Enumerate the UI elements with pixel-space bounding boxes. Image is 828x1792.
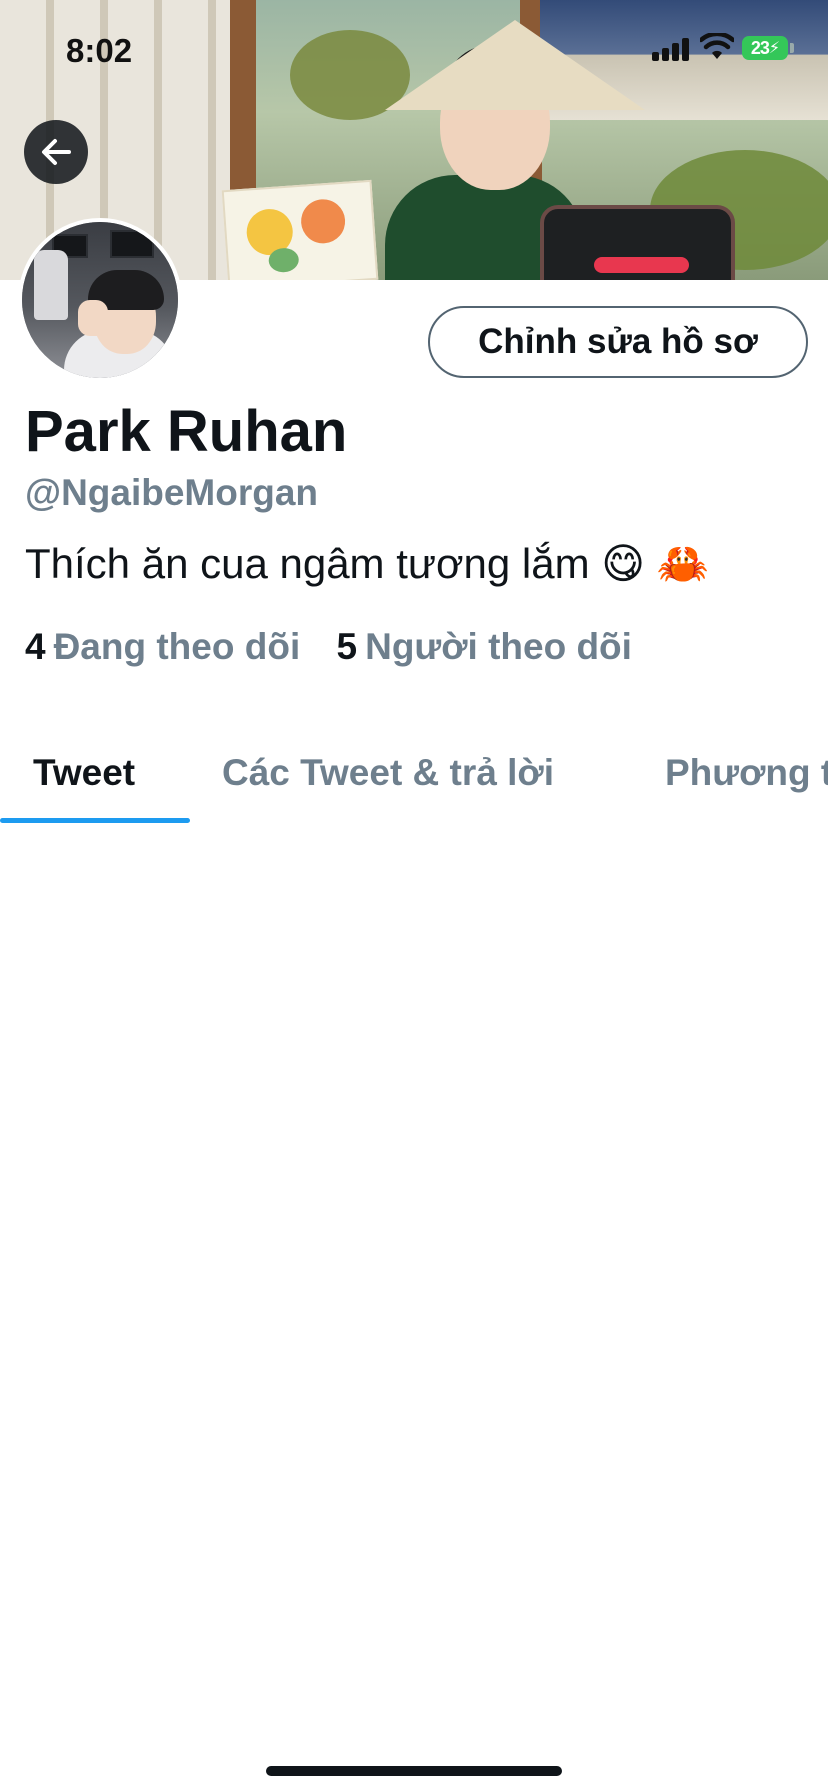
- wifi-icon: [700, 33, 734, 59]
- tab-tweets[interactable]: Tweet: [33, 752, 135, 794]
- followers-link[interactable]: 5 Người theo dõi: [337, 626, 632, 668]
- arrow-left-icon: [42, 139, 71, 165]
- signal-icon: [652, 37, 692, 61]
- follow-stats: 4 Đang theo dõi 5 Người theo dõi: [25, 626, 658, 668]
- display-name: Park Ruhan: [25, 399, 348, 464]
- active-tab-indicator: [0, 818, 190, 823]
- following-count: 4: [25, 626, 46, 667]
- following-label: Đang theo dõi: [53, 626, 301, 667]
- followers-label: Người theo dõi: [365, 626, 632, 667]
- status-time: 8:02: [66, 32, 133, 69]
- back-button[interactable]: [24, 120, 88, 184]
- tab-tweets-and-replies[interactable]: Các Tweet & trả lời: [222, 752, 554, 794]
- tab-media[interactable]: Phương tiện: [665, 752, 828, 794]
- home-indicator[interactable]: [266, 1766, 562, 1776]
- banner-phone: [540, 205, 735, 280]
- profile-tabs: Tweet Các Tweet & trả lời Phương tiện: [0, 740, 828, 824]
- status-bar: 8:02 23 ⚡: [0, 0, 828, 100]
- following-link[interactable]: 4 Đang theo dõi: [25, 626, 300, 668]
- edit-profile-button[interactable]: Chỉnh sửa hồ sơ: [428, 306, 808, 378]
- battery-level: 23: [750, 37, 770, 58]
- banner-drawing-card: [221, 179, 379, 280]
- profile-avatar[interactable]: [18, 218, 182, 382]
- battery-nub: [790, 43, 794, 53]
- bio: Thích ăn cua ngâm tương lắm 😋 🦀: [25, 540, 710, 587]
- tweets-feed: [0, 824, 828, 1744]
- battery-charging-icon: 23 ⚡: [742, 36, 788, 60]
- username: @NgaibeMorgan: [25, 472, 319, 513]
- followers-count: 5: [336, 626, 358, 667]
